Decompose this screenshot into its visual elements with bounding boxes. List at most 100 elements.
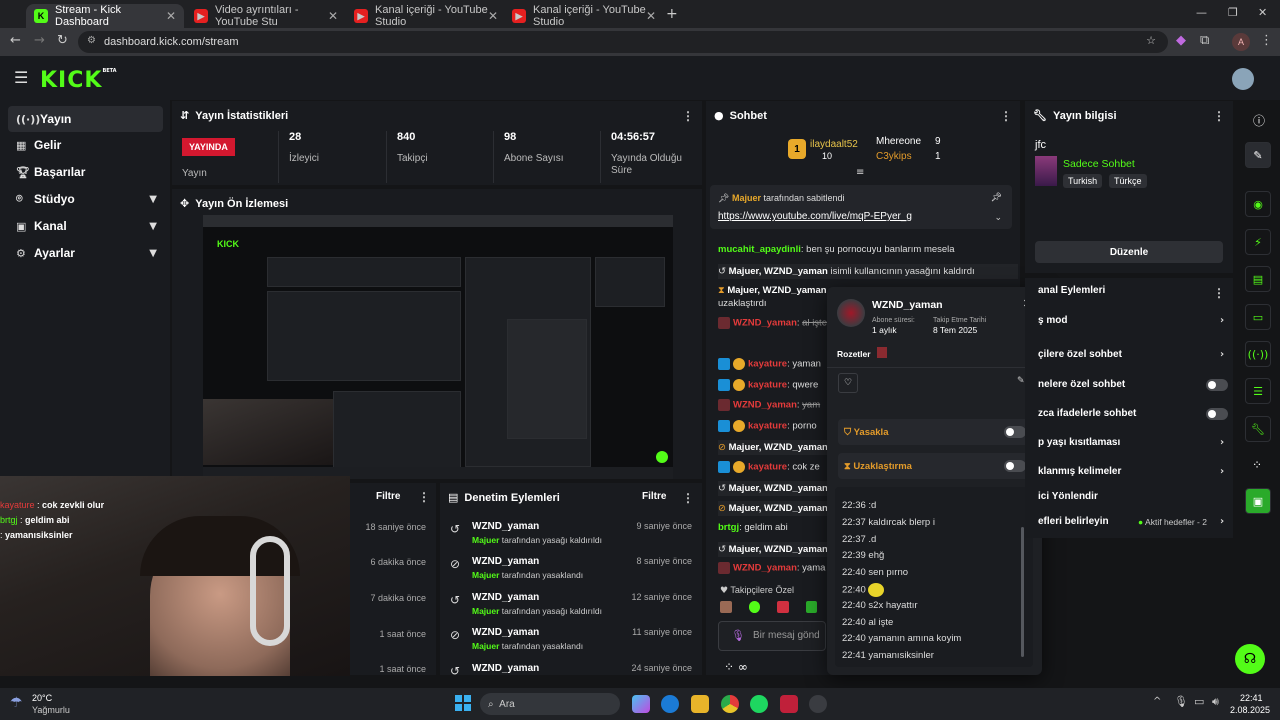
sidebar-item-ayarlar[interactable]: ⚙ Ayarlar ▼ <box>8 240 163 266</box>
toggle[interactable] <box>1206 379 1228 391</box>
pinned-by[interactable]: Majuer <box>732 193 761 203</box>
extension-icon[interactable]: ◆ <box>1176 33 1186 48</box>
channel-action-row[interactable]: efleri belirleyin ● Aktif hedefler - 2 › <box>1038 516 1224 527</box>
rail-button[interactable]: ▤ <box>1245 266 1271 292</box>
mod-action-row[interactable]: ↺ WZND_yaman Majuer tarafından yasağı kald… <box>450 590 700 624</box>
support-button[interactable]: ☊ <box>1235 644 1265 674</box>
rail-button[interactable]: 🔧︎ <box>1245 416 1271 442</box>
close-window-icon[interactable]: ✕ <box>1258 6 1267 19</box>
browser-menu-icon[interactable]: ⋮ <box>1260 33 1273 48</box>
filter-button[interactable]: Filtre <box>642 491 666 502</box>
start-windows-icon[interactable] <box>455 695 471 711</box>
sidebar-item-studyo[interactable]: ⌾ Stüdyo ▼ <box>8 186 163 212</box>
user-avatar[interactable] <box>1232 68 1254 90</box>
stream-preview-video[interactable]: KICK <box>203 215 673 479</box>
category-name[interactable]: Sadece Sohbet <box>1063 158 1135 170</box>
category-thumbnail[interactable] <box>1035 156 1057 186</box>
rail-button[interactable]: ◉ <box>1245 191 1271 217</box>
taskbar-search[interactable]: ⌕ Ara <box>480 693 620 715</box>
file-explorer-icon[interactable] <box>691 695 709 713</box>
close-tab-icon[interactable]: ✕ <box>166 9 176 23</box>
emote-icon[interactable] <box>777 601 789 613</box>
close-tab-icon[interactable]: ✕ <box>488 9 498 23</box>
timeout-toggle[interactable] <box>1004 460 1026 472</box>
hamburger-menu-icon[interactable]: ☰ <box>14 68 28 87</box>
close-tab-icon[interactable]: ✕ <box>646 9 656 23</box>
volume-icon[interactable]: 🔊︎ <box>1212 695 1219 709</box>
mod-action-row[interactable]: ⊘ WZND_yaman Majuer tarafından yasaklandı 1… <box>450 625 700 659</box>
pinned-link[interactable]: https://www.youtube.com/live/mqP-EPyer_g <box>718 211 912 222</box>
sidebar-item-gelir[interactable]: ▦ Gelir <box>8 132 163 158</box>
chrome-icon[interactable] <box>721 695 739 713</box>
emote-icon[interactable] <box>748 601 760 613</box>
close-tab-icon[interactable]: ✕ <box>328 9 338 23</box>
chevron-up-icon[interactable]: ^ <box>1153 696 1161 707</box>
rail-game-button[interactable]: ▣ <box>1245 488 1271 514</box>
rail-edit-button[interactable]: ✎ <box>1245 142 1271 168</box>
minimize-icon[interactable]: — <box>1196 6 1207 19</box>
channel-action-row[interactable]: klanmış kelimeler › <box>1038 466 1224 477</box>
chat-settings-icon[interactable]: ⁘ ∞ <box>724 660 748 674</box>
panel-menu-icon[interactable]: ⋮ <box>418 490 430 504</box>
mod-action-row[interactable]: ↺ WZND_yaman 24 saniye önce <box>450 661 700 675</box>
sidebar-item-kanal[interactable]: ▣ Kanal ▼ <box>8 213 163 239</box>
emote-icon[interactable] <box>805 601 817 613</box>
chat-input[interactable]: 🎙︎ Bir mesaj gönd <box>718 621 826 651</box>
channel-action-row[interactable]: p yaşı kısıtlaması › <box>1038 437 1224 448</box>
tab-youtube-channel-2[interactable]: ▶ Kanal içeriği - YouTube Studio ✕ <box>504 4 664 28</box>
scrollbar[interactable] <box>1021 527 1024 657</box>
channel-action-row[interactable]: zca ifadelerle sohbet <box>1038 408 1228 420</box>
extensions-puzzle-icon[interactable]: ⧉ <box>1200 33 1209 48</box>
toggle[interactable] <box>1206 408 1228 420</box>
tab-kick-dashboard[interactable]: K Stream - Kick Dashboard ✕ <box>26 4 184 28</box>
apps-icon[interactable]: ⁘ <box>1252 458 1262 472</box>
restore-icon[interactable]: ❐ <box>1228 6 1238 19</box>
channel-action-row[interactable]: ş mod › <box>1038 315 1224 326</box>
address-bar[interactable]: ⚙ dashboard.kick.com/stream ☆ <box>78 31 1168 53</box>
chevron-down-icon[interactable]: ⌄ <box>994 213 1002 223</box>
forward-icon[interactable]: → <box>34 33 45 48</box>
edge-icon[interactable] <box>661 695 679 713</box>
user-card-name[interactable]: WZND_yaman <box>872 299 943 311</box>
expand-gifters-icon[interactable]: ≡ <box>856 167 864 178</box>
sidebar-item-yayin[interactable]: ((·)) Yayın <box>8 106 163 132</box>
sidebar-item-basarilar[interactable]: 🏆︎ Başarılar <box>8 159 163 185</box>
rail-button[interactable]: ▭ <box>1245 304 1271 330</box>
rail-button[interactable]: ⚡︎ <box>1245 229 1271 255</box>
ban-toggle[interactable] <box>1004 426 1026 438</box>
mod-action-row[interactable]: ⊘ WZND_yaman Majuer tarafından yasaklandı 8… <box>450 554 700 588</box>
tab-youtube-video[interactable]: ▶ Video ayrıntıları - YouTube Stu ✕ <box>186 4 346 28</box>
chat-message[interactable]: ↺ Majuer, WZND_yaman isimli kullanıcının… <box>718 264 1018 279</box>
mod-action-row[interactable]: ↺ WZND_yaman Majuer tarafından yasağı kald… <box>450 519 700 553</box>
channel-action-row[interactable]: nelere özel sohbet <box>1038 379 1228 391</box>
rail-button[interactable]: ☰ <box>1245 378 1271 404</box>
channel-action-row[interactable]: çilere özel sohbet › <box>1038 349 1224 360</box>
spotify-icon[interactable] <box>750 695 768 713</box>
copilot-icon[interactable] <box>632 695 650 713</box>
panel-menu-icon[interactable]: ⋮ <box>682 109 694 123</box>
bookmark-star-icon[interactable]: ☆ <box>1146 34 1156 47</box>
steam-icon[interactable] <box>809 695 827 713</box>
profile-avatar[interactable]: A <box>1232 33 1250 51</box>
panel-menu-icon[interactable]: ⋮ <box>1000 109 1012 123</box>
filter-button[interactable]: Filtre <box>376 491 400 502</box>
tab-youtube-channel-1[interactable]: ▶ Kanal içeriği - YouTube Studio ✕ <box>346 4 506 28</box>
panel-menu-icon[interactable]: ⋮ <box>1213 109 1225 123</box>
weather-text[interactable]: Yağmurlu <box>32 705 70 715</box>
emote-icon[interactable] <box>720 601 732 613</box>
follow-heart-button[interactable]: ♡ <box>838 373 858 393</box>
microphone-icon[interactable]: 🎙︎ <box>1174 695 1188 708</box>
clock-date[interactable]: 2.08.2025 <box>1230 705 1270 715</box>
microphone-icon[interactable]: 🎙︎ <box>731 629 745 642</box>
back-icon[interactable]: ← <box>10 33 21 48</box>
channel-action-row[interactable]: ici Yönlendir <box>1038 491 1098 502</box>
app-icon[interactable] <box>780 695 798 713</box>
panel-menu-icon[interactable]: ⋮ <box>682 491 694 505</box>
mention-icon[interactable]: ✎ <box>1017 376 1025 386</box>
panel-menu-icon[interactable]: ⋮ <box>1213 286 1225 300</box>
top-gifter-name[interactable]: Mhereone <box>876 136 921 147</box>
kick-logo[interactable]: KICKBETA <box>40 68 117 93</box>
chat-message[interactable]: mucahit_apaydinli: ben şu pornocuyu banl… <box>718 244 1018 255</box>
info-icon[interactable]: ⓘ <box>1253 112 1265 129</box>
unpin-icon[interactable]: 📌︎ <box>991 193 1002 203</box>
